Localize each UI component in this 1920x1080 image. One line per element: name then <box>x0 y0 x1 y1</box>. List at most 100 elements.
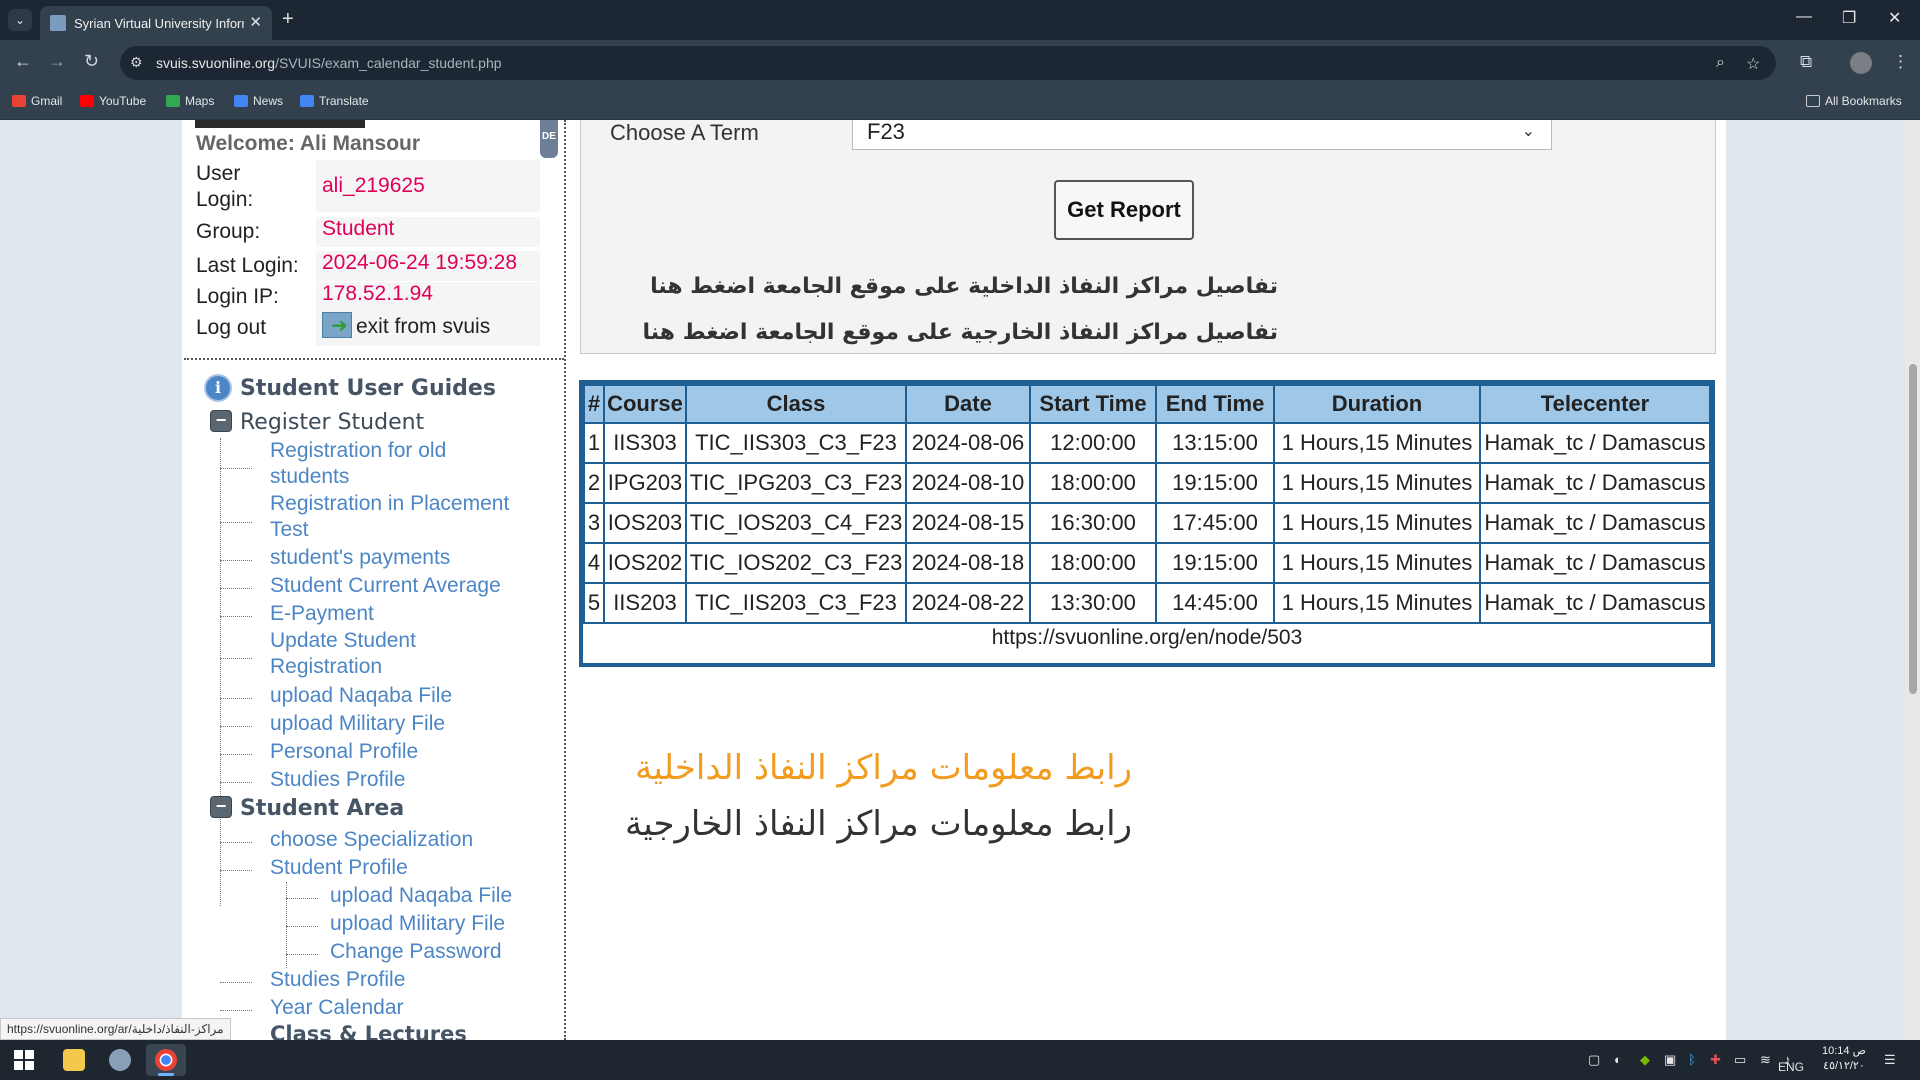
term-select[interactable]: F23 ⌄ <box>852 120 1552 150</box>
profile-avatar-icon[interactable] <box>1850 52 1872 74</box>
link-personal-profile[interactable]: Personal Profile <box>270 739 418 765</box>
menu-class-lectures[interactable]: Class & Lectures <box>270 1022 467 1040</box>
link-upload-military-file-sub[interactable]: upload Military File <box>330 911 505 937</box>
menu-kebab-icon[interactable]: ⋮ <box>1892 52 1909 72</box>
user-photo <box>195 120 365 128</box>
tree-tick <box>286 898 318 899</box>
link-update-student-registration[interactable]: Update Student Registration <box>270 628 416 680</box>
translate-icon <box>300 95 314 107</box>
collapse-minus-icon[interactable]: − <box>210 796 232 818</box>
table-cell: 18:00:00 <box>1029 462 1157 504</box>
taskbar-app-button[interactable] <box>100 1044 140 1076</box>
active-indicator <box>158 1073 174 1076</box>
browser-tab[interactable]: Syrian Virtual University Informa ✕ <box>40 6 272 40</box>
table-cell: 13:15:00 <box>1155 422 1275 464</box>
link-choose-specialization[interactable]: choose Specialization <box>270 827 473 853</box>
close-window-button[interactable]: ✕ <box>1888 8 1901 28</box>
link-external-centers-details[interactable]: تفاصيل مراكز النفاذ الخارجية على موقع ال… <box>643 320 1278 345</box>
tree-tick <box>286 926 318 927</box>
tray-app-icon[interactable]: ▣ <box>1664 1052 1676 1068</box>
battery-icon[interactable]: ▭ <box>1734 1052 1746 1068</box>
language-indicator[interactable]: ENG <box>1778 1060 1804 1074</box>
bookmark-label: YouTube <box>99 94 147 108</box>
restore-button[interactable]: ❐ <box>1842 8 1856 28</box>
login-ip-label: Login IP: <box>196 285 279 308</box>
tray-show-desktop-icon[interactable]: ▢ <box>1588 1052 1600 1068</box>
link-e-payment[interactable]: E-Payment <box>270 601 374 627</box>
table-footer-link[interactable]: https://svuonline.org/en/node/503 <box>583 626 1711 650</box>
tree-tick <box>220 1010 252 1011</box>
logout-link[interactable]: exit from svuis <box>316 312 540 346</box>
table-cell: Hamak_tc / Damascus <box>1479 502 1711 544</box>
clock[interactable]: 10:14 ص ٤٥/١٢/٢٠ <box>1822 1044 1866 1074</box>
menu-student-area[interactable]: Student Area <box>240 796 404 821</box>
link-year-calendar[interactable]: Year Calendar <box>270 995 404 1021</box>
address-bar[interactable]: ⚙ svuis.svuonline.org/SVUIS/exam_calenda… <box>120 46 1776 80</box>
table-cell: TIC_IOS202_C3_F23 <box>685 542 907 584</box>
tab-close-icon[interactable]: ✕ <box>249 13 262 31</box>
bookmark-news[interactable]: News <box>234 94 283 108</box>
tab-search-button[interactable]: ⌄ <box>8 9 32 31</box>
chrome-taskbar-button[interactable] <box>146 1044 186 1076</box>
all-bookmarks[interactable]: All Bookmarks <box>1806 94 1902 108</box>
tray-security-icon[interactable]: ✚ <box>1710 1052 1721 1068</box>
forward-arrow-icon[interactable]: → <box>48 51 66 72</box>
table-row: 3 IOS203 TIC_IOS203_C4_F23 2024-08-15 16… <box>583 502 1711 544</box>
bookmark-gmail[interactable]: Gmail <box>12 94 62 108</box>
tree-tick <box>220 842 252 843</box>
scrollbar-thumb[interactable] <box>1909 364 1917 694</box>
link-change-password[interactable]: Change Password <box>330 939 502 965</box>
menu-student-user-guides[interactable]: Student User Guides <box>240 376 496 401</box>
extensions-icon[interactable]: ⧉ <box>1800 52 1812 72</box>
link-internal-centers-details[interactable]: تفاصيل مراكز النفاذ الداخلية على موقع ال… <box>650 274 1278 299</box>
zoom-icon[interactable]: ⌕ <box>1716 54 1725 72</box>
table-cell: 5 <box>583 582 605 624</box>
link-upload-naqaba-file[interactable]: upload Naqaba File <box>270 683 452 709</box>
tree-tick <box>220 726 252 727</box>
link-external-centers-info[interactable]: رابط معلومات مراكز النفاذ الخارجية <box>625 804 1132 844</box>
tray-app-icon[interactable]: ◐ <box>1614 1052 1622 1067</box>
link-studies-profile-2[interactable]: Studies Profile <box>270 967 405 993</box>
link-student-payments[interactable]: student's payments <box>270 545 450 571</box>
file-explorer-button[interactable] <box>54 1044 94 1076</box>
get-report-button[interactable]: Get Report <box>1054 180 1194 240</box>
back-arrow-icon[interactable]: ← <box>14 51 32 72</box>
bookmark-translate[interactable]: Translate <box>300 94 369 108</box>
link-internal-centers-info[interactable]: رابط معلومات مراكز النفاذ الداخلية <box>635 748 1132 788</box>
clock-time: 10:14 ص <box>1822 1045 1866 1057</box>
url-text[interactable]: svuis.svuonline.org/SVUIS/exam_calendar_… <box>156 55 502 71</box>
link-upload-military-file[interactable]: upload Military File <box>270 711 445 737</box>
table-cell: TIC_IOS203_C4_F23 <box>685 502 907 544</box>
table-cell: 4 <box>583 542 605 584</box>
table-cell: 1 Hours,15 Minutes <box>1273 462 1481 504</box>
link-student-profile[interactable]: Student Profile <box>270 855 408 881</box>
link-registration-old-students[interactable]: Registration for old students <box>270 438 446 490</box>
wifi-icon[interactable]: ≋ <box>1760 1052 1771 1068</box>
new-tab-button[interactable]: + <box>282 8 294 31</box>
tray-nvidia-icon[interactable]: ◆ <box>1640 1052 1650 1068</box>
site-info-icon[interactable]: ⚙ <box>130 54 143 71</box>
link-text: Registration in Placement <box>270 492 510 515</box>
minimize-button[interactable]: — <box>1796 8 1812 26</box>
link-registration-placement-test[interactable]: Registration in Placement Test <box>270 491 509 543</box>
bookmark-youtube[interactable]: YouTube <box>80 94 146 108</box>
bookmark-star-icon[interactable]: ☆ <box>1746 54 1760 74</box>
notifications-icon[interactable]: ☰ <box>1884 1052 1896 1068</box>
tree-tick <box>220 658 252 659</box>
bookmark-maps[interactable]: Maps <box>166 94 214 108</box>
collapse-minus-icon[interactable]: − <box>210 410 232 432</box>
exit-icon <box>322 312 352 338</box>
link-upload-naqaba-file-sub[interactable]: upload Naqaba File <box>330 883 512 909</box>
reload-icon[interactable]: ↻ <box>84 51 99 72</box>
page-scrollbar[interactable] <box>1905 120 1920 1040</box>
bluetooth-icon[interactable]: ᛒ <box>1688 1052 1696 1067</box>
link-student-current-average[interactable]: Student Current Average <box>270 573 501 599</box>
menu-register-student[interactable]: Register Student <box>240 410 424 435</box>
table-row: 1 IIS303 TIC_IIS303_C3_F23 2024-08-06 12… <box>583 422 1711 464</box>
link-studies-profile[interactable]: Studies Profile <box>270 767 405 793</box>
table-cell: 1 Hours,15 Minutes <box>1273 502 1481 544</box>
sidebar-toggle-tab[interactable]: DE <box>540 120 558 158</box>
sidebar-separator <box>184 358 564 360</box>
windows-start-icon[interactable] <box>14 1050 34 1070</box>
folder-icon <box>1806 95 1820 107</box>
